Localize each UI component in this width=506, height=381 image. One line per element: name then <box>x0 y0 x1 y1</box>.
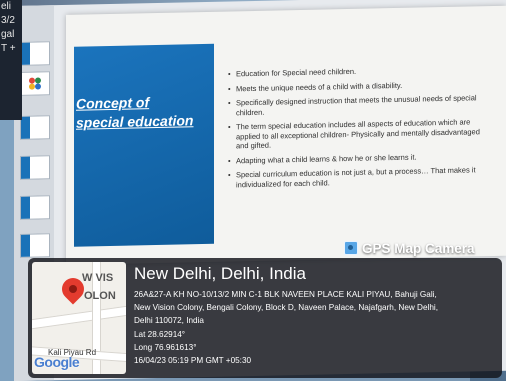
secondary-screen-inset: eli 3/2 gal T + <box>0 0 22 120</box>
slide-bullet: The term special education includes all … <box>228 117 490 151</box>
slide-bullet: Special curriculum education is not just… <box>228 165 490 189</box>
inset-text: gal <box>1 29 15 40</box>
colored-dots-icon <box>29 77 35 84</box>
address-line: New Vision Colony, Bengali Colony, Block… <box>134 303 438 313</box>
inset-text: T + <box>1 43 16 54</box>
map-area-label: OLON <box>84 290 116 302</box>
slide-title-panel <box>74 43 214 247</box>
map-area-label: W VIS <box>82 272 114 284</box>
longitude: Long 76.961613° <box>134 342 197 352</box>
slide-thumbnail[interactable] <box>20 41 50 66</box>
slide-title: Concept of special education <box>76 94 194 131</box>
location-map: W VIS OLON Kali Piyau Rd Google <box>32 262 126 374</box>
inset-text: 3/2 <box>1 15 15 26</box>
slide-bullet: Adapting what a child learns & how he or… <box>228 151 490 166</box>
slide-thumbnail[interactable] <box>20 115 50 140</box>
address-line: 26A&27-A KH NO-10/13/2 MIN C-1 BLK NAVEE… <box>134 290 437 299</box>
slide-thumbnail[interactable] <box>20 155 50 180</box>
slide-bullet: Specifically designed instruction that m… <box>228 93 490 117</box>
slide-bullet: Meets the unique needs of a child with a… <box>228 79 490 94</box>
datetime: 16/04/23 05:19 PM GMT +05:30 <box>134 356 252 366</box>
address-line: Delhi 110072, India <box>134 316 204 326</box>
slide-thumbnail[interactable] <box>20 233 50 258</box>
brand-label: GPS Map Camera <box>362 240 475 256</box>
gps-camera-icon <box>344 241 358 255</box>
place-name: New Delhi, Delhi, India <box>134 264 306 283</box>
slide-bullet: Education for Special need children. <box>228 64 490 79</box>
location-details: 26A&27-A KH NO-10/13/2 MIN C-1 BLK NAVEE… <box>134 288 500 367</box>
current-slide: Concept of special education Education f… <box>66 5 506 265</box>
slide-thumbnail[interactable] <box>20 195 50 220</box>
inset-text: eli <box>1 1 12 12</box>
slide-thumbnail[interactable] <box>20 71 50 96</box>
map-road <box>32 304 126 330</box>
gps-map-camera-brand: GPS Map Camera <box>344 238 475 258</box>
slide-bullet-list: Education for Special need children. Mee… <box>228 64 490 194</box>
google-logo: Google <box>34 354 80 370</box>
latitude: Lat 28.62914° <box>134 329 186 339</box>
